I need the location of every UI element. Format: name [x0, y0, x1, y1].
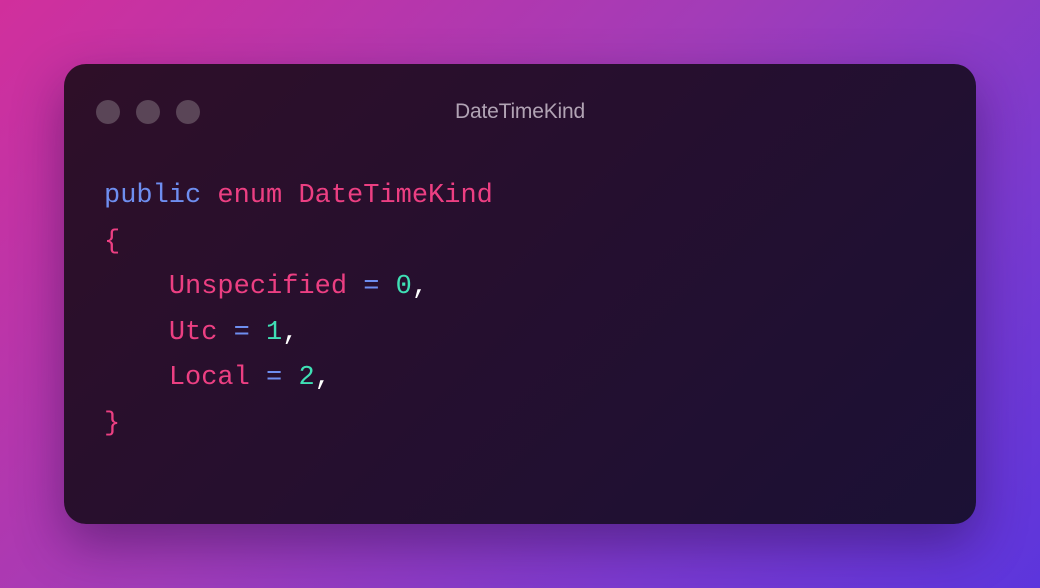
code-line-declaration: public enum DateTimeKind — [104, 174, 493, 220]
comma: , — [314, 363, 331, 393]
keyword-public: public — [104, 181, 202, 211]
code-line-member: Local = 2, — [104, 356, 493, 402]
code-line-close-brace: } — [104, 402, 493, 448]
member-name: Local — [168, 363, 250, 393]
code-window: DateTimeKind public enum DateTimeKind { U… — [64, 64, 976, 524]
comma: , — [411, 272, 429, 302]
assign-operator: = — [266, 363, 283, 393]
comma: , — [282, 317, 299, 348]
code-line-open-brace: { — [104, 220, 493, 266]
keyword-enum: enum — [217, 181, 283, 211]
member-value: 1 — [266, 317, 283, 348]
member-name: Utc — [168, 317, 218, 348]
code-block: public enum DateTimeKind { Unspecified = … — [104, 174, 493, 447]
close-brace: } — [104, 408, 121, 439]
member-name: Unspecified — [168, 272, 348, 302]
assign-operator: = — [233, 317, 250, 348]
enum-type-name: DateTimeKind — [298, 181, 493, 211]
code-line-member: Utc = 1, — [104, 311, 493, 357]
open-brace: { — [104, 226, 121, 257]
member-value: 0 — [395, 272, 412, 302]
window-title: DateTimeKind — [455, 100, 585, 123]
assign-operator: = — [363, 272, 380, 302]
window-titlebar: DateTimeKind — [64, 64, 976, 160]
member-value: 2 — [298, 363, 315, 393]
code-line-member: Unspecified = 0, — [104, 265, 493, 311]
